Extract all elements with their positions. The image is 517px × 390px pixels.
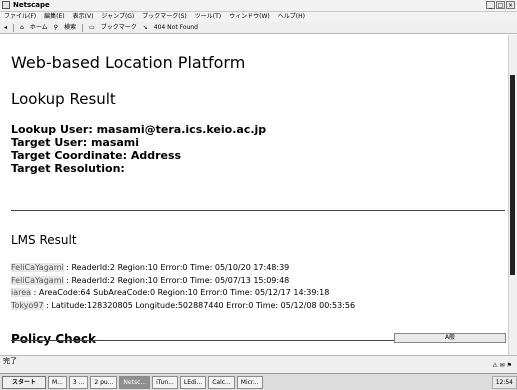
start-button[interactable]: スタート xyxy=(2,375,46,389)
link-icon[interactable]: ↘ xyxy=(143,22,148,34)
result-source: iarea xyxy=(11,288,32,297)
taskbar-button[interactable]: Calc... xyxy=(208,375,235,389)
clock: 12:54 xyxy=(495,378,513,386)
target-coordinate: Target Coordinate: Address xyxy=(11,149,182,162)
result-text: : ReaderId:2 Region:10 Error:0 Time: 05/… xyxy=(63,263,290,272)
vertical-scrollbar[interactable] xyxy=(508,35,517,355)
lookup-heading: Lookup Result xyxy=(11,90,116,108)
maximize-icon[interactable]: □ xyxy=(496,1,505,9)
result-source: Tokyo97 xyxy=(11,300,44,310)
home-button[interactable]: ホーム xyxy=(30,22,48,34)
page-status-tab[interactable]: 404 Not Found xyxy=(154,22,198,34)
menu-bar: ファイル(F) 編集(E) 表示(V) ジャンプ(G) ブックマーク(S) ツー… xyxy=(0,12,517,22)
menu-help[interactable]: ヘルプ(H) xyxy=(278,12,305,22)
separator xyxy=(13,23,15,32)
result-row: Tokyo97 : Latitude:128320805 Longitude:5… xyxy=(11,300,355,313)
divider xyxy=(11,210,505,211)
menu-view[interactable]: 表示(V) xyxy=(73,12,94,22)
target-resolution: Target Resolution: xyxy=(11,162,125,175)
menu-go[interactable]: ジャンプ(G) xyxy=(101,12,134,22)
window-controls: _ □ × xyxy=(486,1,515,9)
minimize-icon[interactable]: _ xyxy=(486,1,495,9)
result-row: iarea : AreaCode:64 SubAreaCode:0 Region… xyxy=(11,287,355,300)
status-icons: ⚠ ✉ ⚑ xyxy=(492,362,512,369)
system-tray: 12:54 xyxy=(491,375,517,389)
policy-heading: Policy Check xyxy=(11,332,96,346)
lms-heading: LMS Result xyxy=(11,233,77,247)
back-icon[interactable]: ◂ xyxy=(4,22,7,34)
target-user: Target User: masami xyxy=(11,136,140,149)
taskbar-button[interactable]: iTun... xyxy=(152,375,178,389)
result-source: FeliCaYagami xyxy=(11,263,64,272)
menu-bookmarks[interactable]: ブックマーク(S) xyxy=(142,12,187,22)
home-icon[interactable]: ⌂ xyxy=(20,22,24,34)
netscape-icon xyxy=(2,1,10,9)
page-title: Web-based Location Platform xyxy=(11,53,246,72)
separator xyxy=(82,23,84,32)
taskbar-button-active[interactable]: Netsc... xyxy=(119,375,151,389)
menu-edit[interactable]: 編集(E) xyxy=(44,12,64,22)
result-row: FeliCaYagami : ReaderId:2 Region:10 Erro… xyxy=(11,262,355,275)
menu-window[interactable]: ウィンドウ(W) xyxy=(229,12,270,22)
bookmarks-button[interactable]: ブックマーク xyxy=(101,22,137,34)
taskbar-button[interactable]: Micr... xyxy=(236,375,263,389)
window-title: Netscape xyxy=(13,1,50,9)
search-button[interactable]: 検索 xyxy=(64,22,76,34)
lms-results: FeliCaYagami : ReaderId:2 Region:10 Erro… xyxy=(11,262,355,312)
lookup-user: Lookup User: masami@tera.ics.keio.ac.jp xyxy=(11,123,267,136)
page-content: Web-based Location Platform Lookup Resul… xyxy=(0,35,509,355)
taskbar: スタート M... 3 ... 2 pu... Netsc... iTun...… xyxy=(0,373,517,390)
taskbar-button[interactable]: LEdi... xyxy=(179,375,207,389)
result-row: FeliCaYagami : ReaderId:2 Region:10 Erro… xyxy=(11,275,355,288)
result-text: : Latitude:128320805 Longitude:502887440… xyxy=(43,300,356,310)
window-titlebar: Netscape _ □ × xyxy=(0,0,517,12)
search-icon[interactable]: ⚲ xyxy=(54,22,58,34)
taskbar-button[interactable]: 3 ... xyxy=(68,375,89,389)
menu-file[interactable]: ファイル(F) xyxy=(4,12,36,22)
menu-tools[interactable]: ツール(T) xyxy=(195,12,221,22)
result-source: FeliCaYagami xyxy=(11,275,64,285)
lookup-info: Lookup User: masami@tera.ics.keio.ac.jp … xyxy=(11,123,266,175)
close-icon[interactable]: × xyxy=(506,1,515,9)
status-bar: 完了 ⚠ ✉ ⚑ xyxy=(0,355,517,374)
status-text: 完了 xyxy=(3,357,17,365)
result-text: : ReaderId:2 Region:10 Error:0 Time: 05/… xyxy=(63,275,290,285)
taskbar-button[interactable]: M... xyxy=(48,375,67,389)
taskbar-button[interactable]: 2 pu... xyxy=(90,375,118,389)
bookmark-icon[interactable]: ▭ xyxy=(89,22,95,34)
navigation-toolbar: ◂ ⌂ ホーム ⚲ 検索 ▭ ブックマーク ↘ 404 Not Found xyxy=(0,22,517,34)
ime-toolbar[interactable]: A般 xyxy=(394,333,506,343)
result-text: : AreaCode:64 SubAreaCode:0 Region:10 Er… xyxy=(31,288,330,297)
scroll-thumb[interactable] xyxy=(510,75,515,275)
ime-mode[interactable]: A般 xyxy=(445,334,455,341)
